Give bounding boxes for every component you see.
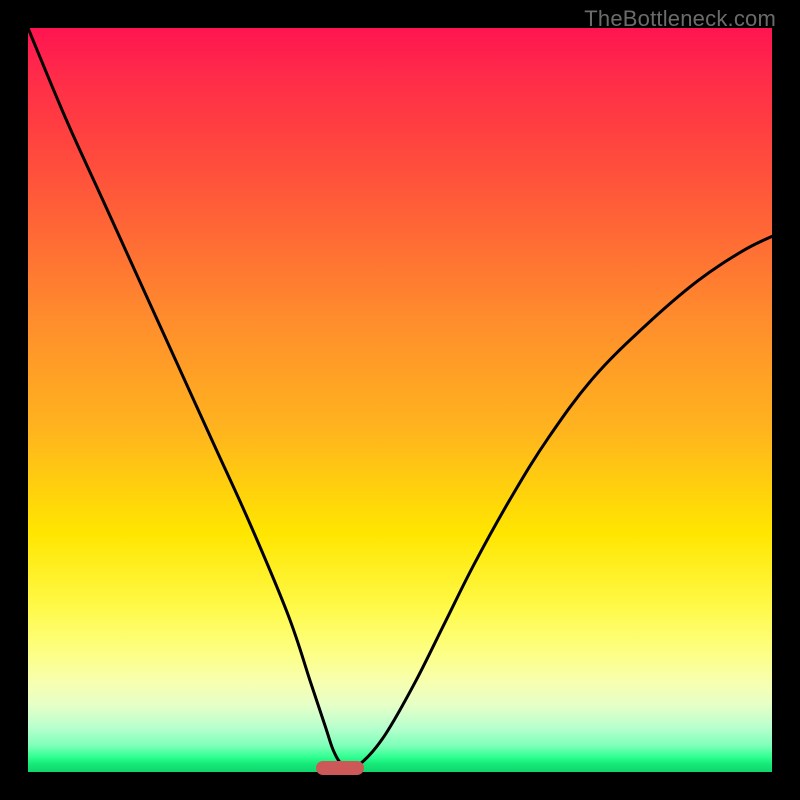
bottleneck-curve-path <box>28 28 772 768</box>
curve-layer <box>28 28 772 772</box>
plot-area <box>28 28 772 772</box>
chart-frame: TheBottleneck.com <box>0 0 800 800</box>
optimum-marker <box>316 761 364 775</box>
